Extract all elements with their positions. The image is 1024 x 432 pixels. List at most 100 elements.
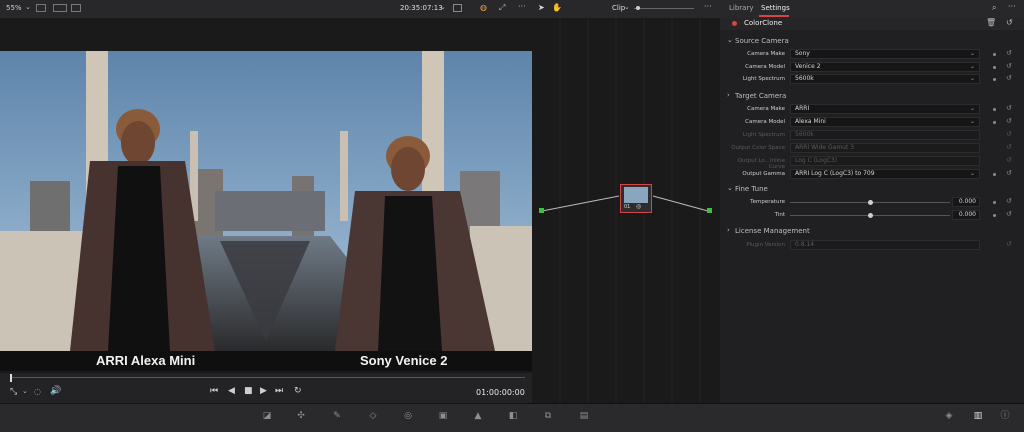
tint-slider-handle[interactable] [868,213,873,218]
scrubber-track[interactable] [10,377,525,378]
expand-icon[interactable]: ⤢ [499,3,505,13]
mode-dropdown-icon[interactable]: ⌄ [624,3,630,11]
stop-icon[interactable]: ■ [244,386,253,396]
node-01[interactable]: 01 ◎ [620,184,652,213]
window-icon[interactable]: ◇ [368,411,378,421]
scopes-toggle-icon[interactable]: ◈ [944,411,954,421]
tint-value-field[interactable]: 0.000 [952,210,980,220]
go-to-start-icon[interactable]: ⏮ [210,386,218,396]
keyframe-dot[interactable] [993,78,996,81]
hand-icon[interactable]: ✋ [552,3,562,12]
license-chevron-icon[interactable]: › [727,226,730,234]
temperature-label: Temperature [750,199,785,205]
curves-icon[interactable]: ◪ [262,411,272,421]
audio-icon[interactable]: 🔊 [50,386,61,396]
reset-icon: ↺ [1006,240,1012,248]
delete-plugin-icon[interactable]: 🗑 [986,18,996,27]
keyframe-dot[interactable] [993,121,996,124]
plugin-enabled-indicator[interactable] [732,21,737,26]
keyframe-dot[interactable] [993,214,996,217]
more-options-icon[interactable]: ··· [518,2,526,11]
output-node-connector[interactable] [707,208,712,213]
fine-tune-heading[interactable]: Fine Tune [735,185,768,193]
fullscreen-view-icon[interactable] [71,4,81,12]
keyframe-dot[interactable] [993,201,996,204]
keyframe-dot[interactable] [993,173,996,176]
play-icon[interactable]: ▶ [260,386,267,396]
target-camera-make-label: Camera Make [747,106,785,112]
3d-icon[interactable]: ▤ [579,411,589,421]
keyframe-dot[interactable] [993,108,996,111]
reset-icon[interactable]: ↺ [1006,169,1012,177]
timecode-dropdown-icon[interactable]: ⌄ [440,3,446,11]
bottom-toolbar: ◪ ✣ ✎ ◇ ◎ ▣ ▲ ◧ ⧉ ▤ ◈ ▥ ⓘ [0,403,1024,432]
source-camera-make-select[interactable]: Sony ⌄ [790,49,980,59]
temperature-slider-handle[interactable] [868,200,873,205]
search-icon[interactable]: ⌕ [992,3,996,13]
source-light-spectrum-select[interactable]: 5600k ⌄ [790,74,980,84]
target-light-spectrum-field: 5600k [790,130,980,140]
key-icon[interactable]: ◧ [508,411,518,421]
input-node-connector[interactable] [539,208,544,213]
zoom-level[interactable]: 55% [6,4,22,12]
keyframe-dot[interactable] [993,66,996,69]
reset-icon[interactable]: ↺ [1006,74,1012,82]
target-camera-chevron-icon[interactable]: › [727,91,730,99]
target-camera-heading[interactable]: Target Camera [735,92,786,100]
qualifier-icon[interactable]: ✎ [332,411,342,421]
output-color-space-field: ARRI Wide Gamut 3 [790,143,980,153]
output-gamma-select[interactable]: ARRI Log C (LogC3) to 709 ⌄ [790,169,980,179]
tracker-icon[interactable]: ◎ [403,411,413,421]
color-wheel-icon[interactable]: ◍ [480,3,487,12]
loop-playback-icon[interactable]: ↻ [294,386,302,396]
sizing-icon[interactable]: ⧉ [543,411,553,421]
tab-settings[interactable]: Settings [761,4,790,12]
keyframe-dot[interactable] [993,53,996,56]
reset-icon[interactable]: ↺ [1006,197,1012,205]
source-camera-heading[interactable]: Source Camera [735,37,789,45]
reset-icon[interactable]: ↺ [1006,210,1012,218]
zoom-dropdown-icon[interactable]: ⌄ [25,3,31,11]
node-zoom-handle[interactable] [636,6,640,10]
reset-icon[interactable]: ↺ [1006,62,1012,70]
loop-icon[interactable]: ◌ [34,387,41,396]
playhead[interactable] [10,374,12,382]
source-camera-chevron-icon[interactable]: ⌄ [727,36,733,44]
monitor-icon[interactable] [453,4,462,12]
temperature-value-field[interactable]: 0.000 [952,197,980,207]
target-camera-make-select[interactable]: ARRI ⌄ [790,104,980,114]
magic-mask-icon[interactable]: ▣ [438,411,448,421]
reset-icon[interactable]: ↺ [1006,117,1012,125]
active-tab-indicator [759,15,789,17]
blur-icon[interactable]: ▲ [473,411,483,421]
split-view-icon[interactable] [53,4,67,12]
fine-tune-chevron-icon[interactable]: ⌄ [727,184,733,192]
color-warper-icon[interactable]: ✣ [296,411,306,421]
settings-more-icon[interactable]: ··· [1008,2,1016,11]
node-zoom-slider[interactable] [634,8,694,9]
target-camera-model-select[interactable]: Alexa Mini ⌄ [790,117,980,127]
node-more-options-icon[interactable]: ··· [704,2,712,11]
pointer-icon[interactable]: ➤ [538,3,545,12]
output-inline-curve-label: Output Lo...Inline Curve [737,158,785,170]
chevron-down-icon: ⌄ [969,105,975,112]
go-to-end-icon[interactable]: ⏭ [275,386,283,396]
node-number: 01 [624,204,631,210]
tab-library[interactable]: Library [729,4,753,12]
reset-icon[interactable]: ↺ [1006,104,1012,112]
plugin-header: ColorClone 🗑 ↺ [720,18,1024,30]
source-light-spectrum-label: Light Spectrum [742,76,785,82]
play-reverse-icon[interactable]: ◀ [228,386,235,396]
left-caption: ARRI Alexa Mini [96,353,196,368]
picker-icon[interactable]: ⤡ [10,387,17,397]
info-icon[interactable]: ⓘ [1000,411,1010,421]
reset-icon[interactable]: ↺ [1006,49,1012,57]
picker-dropdown-icon[interactable]: ⌄ [22,387,28,395]
target-light-spectrum-label: Light Spectrum [742,132,785,138]
license-heading[interactable]: License Management [735,227,810,235]
reset-icon: ↺ [1006,143,1012,151]
scopes-icon[interactable]: ▥ [973,411,983,421]
reset-plugin-icon[interactable]: ↺ [1006,18,1013,27]
source-camera-model-select[interactable]: Venice 2 ⌄ [790,62,980,72]
single-view-icon[interactable] [36,4,46,12]
